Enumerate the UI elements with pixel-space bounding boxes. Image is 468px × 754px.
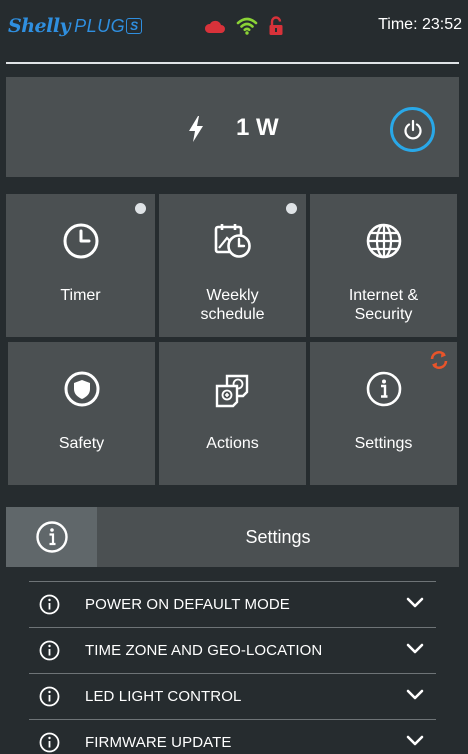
schedule-icon (214, 224, 251, 258)
app-header: Shelly PLUG S Time: 23:52 (0, 0, 468, 52)
power-toggle-button[interactable] (390, 107, 435, 152)
accordion-power-on-default-mode[interactable]: POWER ON DEFAULT MODE (29, 581, 436, 627)
chevron-down-icon (406, 643, 424, 654)
accordion-label: LED LIGHT CONTROL (85, 688, 242, 705)
tile-timer[interactable]: Timer (6, 194, 155, 337)
info-icon (39, 686, 60, 707)
info-icon (35, 521, 68, 553)
refresh-icon (430, 351, 448, 369)
chevron-down-icon (406, 735, 424, 746)
settings-panel-icon-box (6, 507, 97, 567)
shelly-plug-s-logo: Shelly PLUG S (8, 14, 143, 38)
tile-internet-security[interactable]: Internet & Security (310, 194, 457, 337)
tile-label: Safety (58, 435, 105, 452)
tile-label: Timer (60, 287, 101, 304)
unlocked-padlock-icon (269, 16, 283, 35)
settings-panel-header: Settings (6, 507, 459, 567)
clock-icon (63, 223, 98, 259)
actions-icon (215, 374, 248, 408)
status-dot (135, 203, 146, 214)
brand-name: Shelly (8, 15, 71, 37)
chevron-down-icon (406, 689, 424, 700)
tile-safety[interactable]: Safety (8, 342, 155, 485)
accordion-time-zone-geo-location[interactable]: TIME ZONE AND GEO-LOCATION (29, 627, 436, 673)
tile-label: Settings (354, 435, 413, 452)
tile-weekly-schedule[interactable]: Weekly schedule (159, 194, 306, 337)
info-icon (366, 371, 401, 407)
lightning-bolt-icon (189, 116, 203, 142)
info-icon (39, 640, 60, 661)
status-icons (204, 16, 284, 36)
product-badge: S (126, 18, 143, 34)
settings-panel-title: Settings (245, 527, 311, 547)
tile-settings[interactable]: Settings (310, 342, 457, 485)
power-icon (403, 119, 422, 139)
power-reading: 1 W (236, 114, 279, 141)
accordion-label: TIME ZONE AND GEO-LOCATION (85, 642, 323, 659)
accordion-label: FIRMWARE UPDATE (85, 734, 232, 751)
accordion-led-light-control[interactable]: LED LIGHT CONTROL (29, 673, 436, 719)
header-divider (6, 62, 459, 64)
tile-label: Weekly schedule (200, 287, 265, 323)
wifi-icon (236, 17, 258, 35)
chevron-down-icon (406, 597, 424, 608)
tile-actions[interactable]: Actions (159, 342, 306, 485)
cloud-icon (204, 20, 225, 33)
status-dot (286, 203, 297, 214)
tile-label: Internet & Security (348, 287, 419, 323)
product-name: PLUG (74, 15, 126, 36)
shield-icon (64, 371, 99, 407)
info-icon (39, 594, 60, 615)
accordion-label: POWER ON DEFAULT MODE (85, 596, 290, 613)
globe-icon (366, 223, 401, 259)
tile-label: Actions (206, 435, 259, 452)
accordion-firmware-update[interactable]: FIRMWARE UPDATE (29, 719, 436, 754)
info-icon (39, 732, 60, 753)
time-display: Time: 23:52 (378, 16, 462, 33)
